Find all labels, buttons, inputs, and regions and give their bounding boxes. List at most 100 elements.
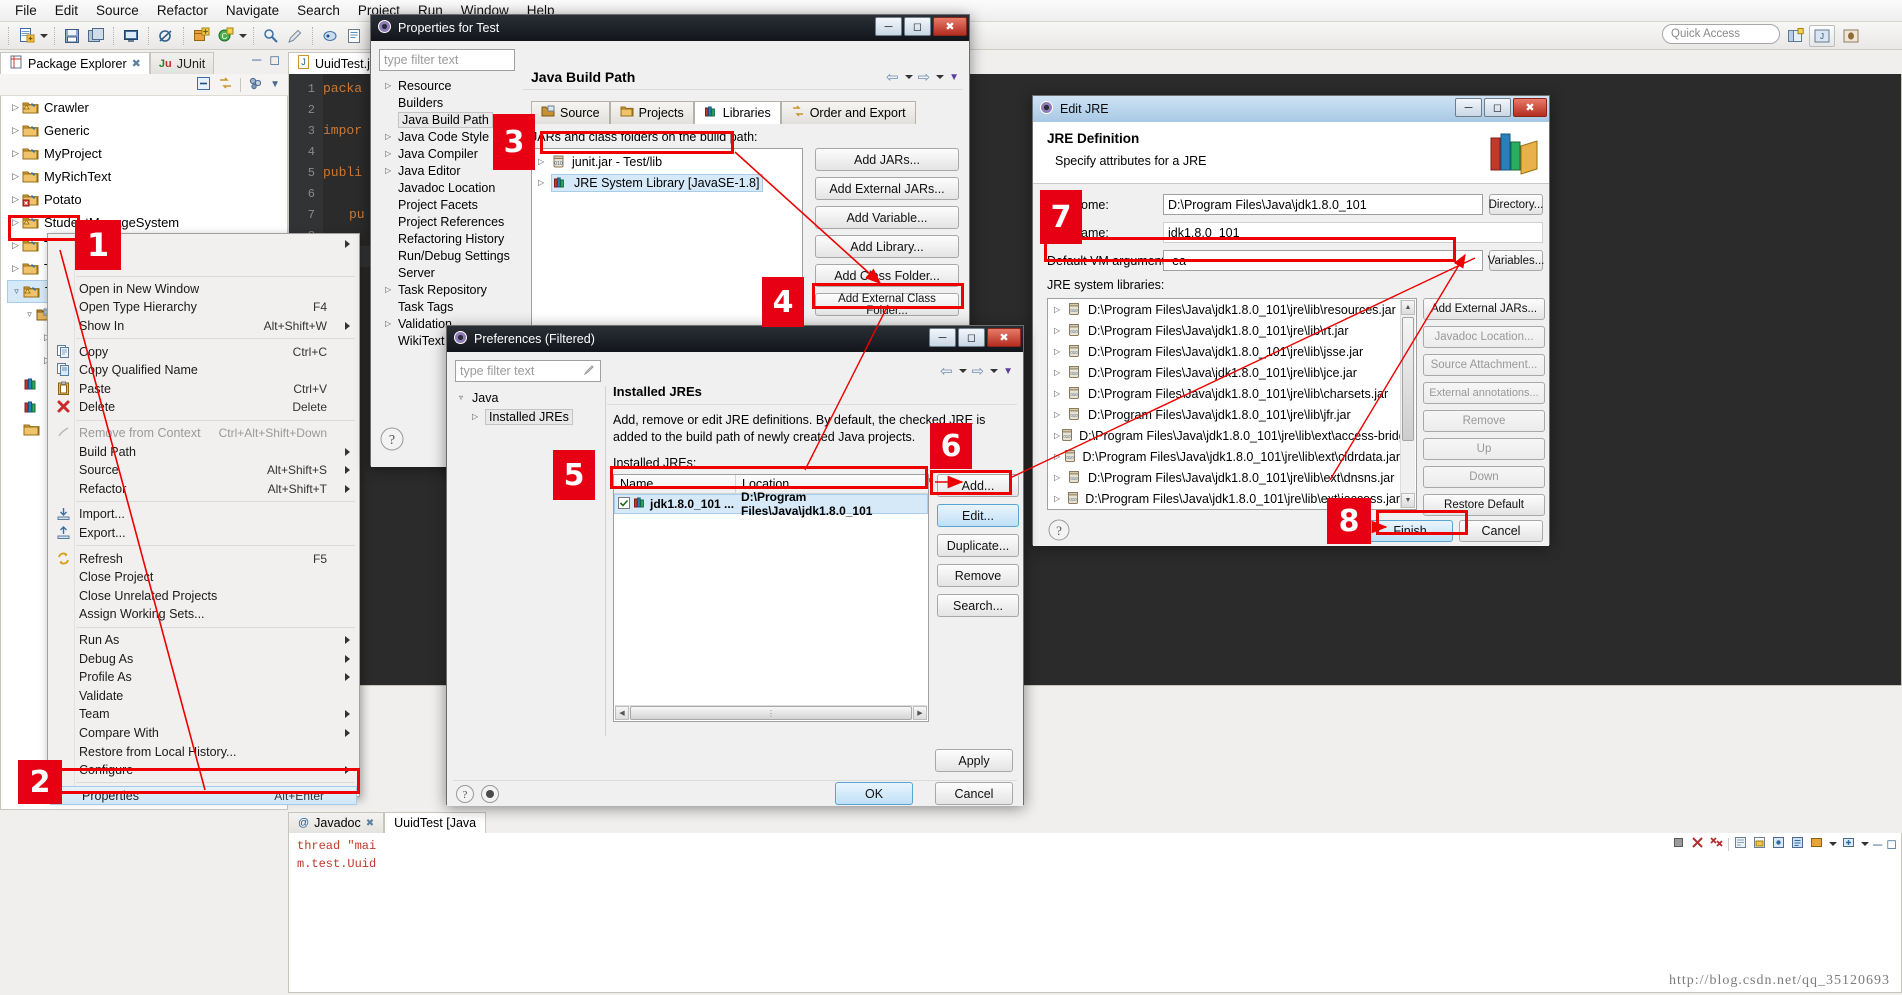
- add-variable-button[interactable]: Add Variable...: [815, 206, 959, 229]
- menu-item-run-as[interactable]: Run As: [48, 631, 359, 650]
- search-button[interactable]: Search...: [937, 594, 1019, 617]
- back-arrow-icon[interactable]: ⇦: [886, 68, 899, 86]
- menu-item-close-project[interactable]: Close Project: [48, 568, 359, 587]
- expand-arrow-icon[interactable]: ▷: [385, 285, 398, 294]
- clear-filter-icon[interactable]: [583, 363, 596, 379]
- expand-arrow-icon[interactable]: ▷: [9, 125, 22, 136]
- forward-arrow-icon[interactable]: ⇨: [918, 68, 931, 86]
- libraries-scrollbar[interactable]: ▲ ▼: [1400, 300, 1415, 508]
- collapse-arrow-icon[interactable]: ▿: [459, 393, 472, 402]
- expand-arrow-icon[interactable]: ▷: [9, 102, 22, 113]
- perspective-java-icon[interactable]: J: [1809, 25, 1835, 47]
- close-button[interactable]: ✖: [933, 17, 967, 36]
- list-item-library[interactable]: ▷ 010 D:\Program Files\Java\jdk1.8.0_101\j…: [1048, 446, 1400, 467]
- pencil-icon[interactable]: [284, 25, 306, 47]
- menu-refactor[interactable]: Refactor: [148, 1, 217, 20]
- maximize-button[interactable]: ◻: [1484, 98, 1511, 117]
- tree-item-server[interactable]: Server: [379, 264, 515, 281]
- duplicate-button[interactable]: Duplicate...: [937, 534, 1019, 557]
- menu-item-import[interactable]: Import...: [48, 505, 359, 524]
- tab-package-explorer[interactable]: Package Explorer ✖: [0, 52, 150, 74]
- annotations-icon[interactable]: [343, 25, 365, 47]
- add-jars-button[interactable]: Add JARs...: [815, 148, 959, 171]
- menu-item-copy-qualified-name[interactable]: Copy Qualified Name: [48, 361, 359, 380]
- minimize-button[interactable]: ─: [929, 328, 956, 347]
- back-dropdown-icon[interactable]: [904, 75, 913, 79]
- back-arrow-icon[interactable]: ⇦: [940, 362, 953, 380]
- new-wizard-dropdown-icon[interactable]: [40, 33, 48, 38]
- close-icon[interactable]: ✖: [132, 57, 141, 70]
- expand-arrow-icon[interactable]: ▷: [9, 194, 22, 205]
- menu-item-profile-as[interactable]: Profile As: [48, 668, 359, 687]
- list-item-library[interactable]: ▷ 010 D:\Program Files\Java\jdk1.8.0_101\j…: [1048, 320, 1400, 341]
- menu-search[interactable]: Search: [288, 1, 349, 20]
- tab-order-and-export[interactable]: Order and Export: [780, 101, 916, 124]
- menu-item-debug-as[interactable]: Debug As: [48, 649, 359, 668]
- menu-item-validate[interactable]: Validate: [48, 686, 359, 705]
- menu-item-source[interactable]: Source Alt+Shift+S: [48, 461, 359, 480]
- menu-item-restore-from-local-history[interactable]: Restore from Local History...: [48, 742, 359, 761]
- expand-arrow-icon[interactable]: ▷: [9, 240, 22, 251]
- row-checkbox[interactable]: [618, 496, 630, 512]
- menu-edit[interactable]: Edit: [46, 1, 87, 20]
- add-external-jars-button[interactable]: Add External JARs...: [1423, 298, 1545, 320]
- expand-arrow-icon[interactable]: ▷: [385, 149, 398, 158]
- new-class-icon[interactable]: C: [214, 25, 236, 47]
- menu-source[interactable]: Source: [87, 1, 148, 20]
- javadoc-location-button[interactable]: Javadoc Location...: [1423, 326, 1545, 348]
- remove-all-launches-icon[interactable]: [1709, 835, 1724, 853]
- minimize-icon[interactable]: ─: [252, 52, 261, 68]
- tree-item-generic[interactable]: ▷ Generic: [1, 119, 287, 142]
- maximize-button[interactable]: ◻: [904, 17, 931, 36]
- filter-input[interactable]: type filter text: [455, 360, 601, 382]
- close-button[interactable]: ✖: [1513, 98, 1547, 117]
- scroll-right-icon[interactable]: ▶: [913, 706, 927, 720]
- list-item-library[interactable]: ▷ 010 D:\Program Files\Java\jdk1.8.0_101\j…: [1048, 383, 1400, 404]
- scroll-left-icon[interactable]: ◀: [615, 706, 629, 720]
- expand-arrow-icon[interactable]: ▷: [385, 81, 398, 90]
- remove-button[interactable]: Remove: [937, 564, 1019, 587]
- new-class-dropdown-icon[interactable]: [239, 33, 247, 38]
- menu-dropdown-icon[interactable]: ▼: [949, 72, 959, 83]
- scrollbar-thumb[interactable]: [1402, 317, 1414, 441]
- save-all-icon[interactable]: [85, 25, 107, 47]
- tree-item-resource[interactable]: ▷ Resource: [379, 77, 515, 94]
- scroll-down-icon[interactable]: ▼: [1401, 493, 1415, 508]
- jre-system-libraries-list[interactable]: ▷ 010 D:\Program Files\Java\jdk1.8.0_101\j…: [1047, 298, 1417, 510]
- tree-item-javadoc-location[interactable]: Javadoc Location: [379, 179, 515, 196]
- tree-item-run-debug-settings[interactable]: Run/Debug Settings: [379, 247, 515, 264]
- tree-item-project-facets[interactable]: Project Facets: [379, 196, 515, 213]
- expand-arrow-icon[interactable]: ▷: [1054, 410, 1067, 419]
- external-annotations-button[interactable]: External annotations...: [1423, 382, 1545, 404]
- expand-arrow-icon[interactable]: ▷: [1054, 305, 1067, 314]
- collapse-arrow-icon[interactable]: ▿: [23, 309, 36, 320]
- tab-uuidtest[interactable]: J UuidTest.j: [288, 52, 379, 74]
- scroll-lock-icon[interactable]: [1752, 835, 1767, 853]
- list-item-library[interactable]: ▷ 010 D:\Program Files\Java\jdk1.8.0_101\j…: [1048, 425, 1400, 446]
- list-item-library[interactable]: ▷ 010 D:\Program Files\Java\jdk1.8.0_101\j…: [1048, 467, 1400, 488]
- tab-javadoc[interactable]: @ Javadoc ✖: [288, 812, 385, 833]
- forward-dropdown-icon[interactable]: [936, 75, 945, 79]
- minimize-icon[interactable]: ─: [1873, 837, 1882, 852]
- close-button[interactable]: ✖: [987, 328, 1021, 347]
- back-dropdown-icon[interactable]: [958, 369, 967, 373]
- table-hscrollbar[interactable]: ◀ ▶ ⋮: [615, 705, 927, 720]
- link-with-editor-icon[interactable]: [218, 76, 233, 94]
- list-item-library[interactable]: ▷ 010 D:\Program Files\Java\jdk1.8.0_101\j…: [1048, 299, 1400, 320]
- terminate-icon[interactable]: [1671, 835, 1686, 853]
- tree-item-installed-jres[interactable]: ▷ Installed JREs: [455, 407, 601, 426]
- up-button[interactable]: Up: [1423, 438, 1545, 460]
- open-type-icon[interactable]: [260, 25, 282, 47]
- save-icon[interactable]: [61, 25, 83, 47]
- table-row[interactable]: jdk1.8.0_101 ... D:\Program Files\Java\j…: [614, 490, 928, 518]
- apply-button[interactable]: Apply: [935, 749, 1013, 772]
- menu-item-compare-with[interactable]: Compare With: [48, 724, 359, 743]
- forward-dropdown-icon[interactable]: [990, 369, 999, 373]
- tree-item-refactoring-history[interactable]: Refactoring History: [379, 230, 515, 247]
- menu-item-show-in[interactable]: Show In Alt+Shift+W: [48, 317, 359, 336]
- tab-libraries[interactable]: Libraries: [693, 101, 781, 124]
- new-console-view-icon[interactable]: [1841, 835, 1856, 853]
- tree-item-myrichtext[interactable]: ▷ MyRichText: [1, 165, 287, 188]
- expand-arrow-icon[interactable]: ▷: [385, 132, 398, 141]
- menu-item-paste[interactable]: Paste Ctrl+V: [48, 380, 359, 399]
